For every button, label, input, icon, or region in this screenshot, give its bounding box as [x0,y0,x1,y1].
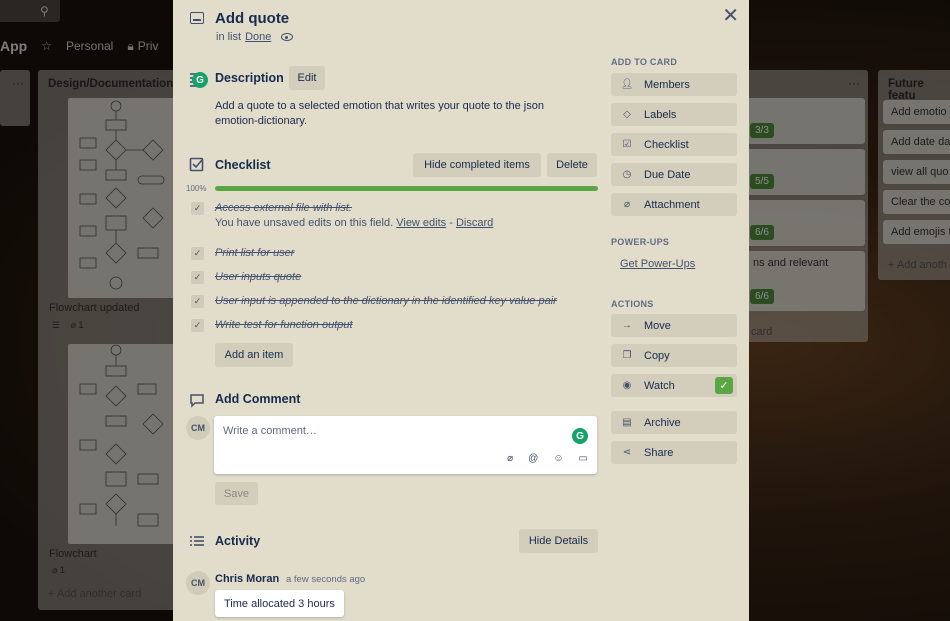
eye-icon [281,33,294,41]
share-icon: ⋖ [622,447,632,458]
share-label: Share [644,446,674,459]
checklist-item-text[interactable]: User inputs quote [215,271,301,283]
checklist-icon [189,157,204,172]
checklist-item[interactable]: ✓ User inputs quote [191,271,301,284]
card-list-info: in list Done [216,31,294,43]
move-label: Move [644,319,671,332]
copy-button[interactable]: ❐ Copy [611,344,737,367]
checklist-icon: ☑ [622,139,632,150]
copy-label: Copy [644,349,670,362]
copy-icon: ❐ [622,350,632,361]
eye-icon: ◉ [622,380,632,391]
separator: - [449,217,453,229]
checklist-label: Checklist [644,138,689,151]
power-ups-heading: POWER-UPS [611,237,670,247]
comment-icon [190,394,204,408]
delete-checklist-button[interactable]: Delete [547,153,597,177]
checklist-item[interactable]: ✓ Write test for function output [191,319,353,332]
card-detail-modal: ✕ Add quote in list Done G Description E… [173,0,749,621]
hide-completed-button[interactable]: Hide completed items [413,153,541,177]
hide-details-button[interactable]: Hide Details [519,529,598,553]
unsaved-text: You have unsaved edits on this field. [215,217,394,229]
members-label: Members [644,78,690,91]
members-button[interactable]: 👤︎ Members [611,73,737,96]
activity-user[interactable]: Chris Moran [215,573,279,585]
checklist-item[interactable]: ✓ Print list for user [191,247,294,260]
card-icon[interactable]: ▭ [579,453,588,464]
labels-button[interactable]: ◇ Labels [611,103,737,126]
progress-bar [215,186,598,191]
watch-button[interactable]: ◉ Watch ✓ [611,374,737,397]
person-icon: 👤︎ [620,79,634,90]
attachment-button[interactable]: ⌀ Attachment [611,193,737,216]
paperclip-icon[interactable]: ⌀ [507,453,513,464]
share-button[interactable]: ⋖ Share [611,441,737,464]
description-heading: Description [215,71,284,85]
comment-placeholder: Write a comment… [223,425,317,437]
activity-heading: Activity [215,534,261,548]
attachment-label: Attachment [644,198,700,211]
discard-link[interactable]: Discard [456,217,493,229]
paperclip-icon: ⌀ [623,199,631,210]
view-edits-link[interactable]: View edits [396,217,446,229]
activity-icon [190,536,204,546]
archive-label: Archive [644,416,681,429]
check-icon: ✓ [715,377,733,394]
checklist-item-text[interactable]: Access external file with list. [215,202,352,214]
checklist-item[interactable]: ✓ User input is appended to the dictiona… [191,295,557,308]
card-icon [190,12,204,24]
comment-toolbar: ⌀ @ ☺ ▭ [507,453,588,464]
list-link[interactable]: Done [245,31,271,43]
labels-label: Labels [644,108,677,121]
in-list-prefix: in list [216,31,242,43]
arrow-right-icon: → [622,320,632,331]
add-comment-heading: Add Comment [215,392,301,406]
avatar[interactable]: CM [186,571,210,595]
checklist-item-text[interactable]: Print list for user [215,247,294,259]
checklist-item-text[interactable]: User input is appended to the dictionary… [215,295,557,307]
add-checklist-item-button[interactable]: Add an item [215,343,293,367]
activity-entry: Time allocated 3 hours [215,590,344,617]
avatar[interactable]: CM [186,416,210,440]
checkbox-checked[interactable]: ✓ [191,295,204,308]
grammarly-icon[interactable]: G [192,72,208,88]
mention-icon[interactable]: @ [528,453,538,464]
watch-label: Watch [644,379,675,392]
checkbox-checked[interactable]: ✓ [191,202,204,215]
checkbox-checked[interactable]: ✓ [191,319,204,332]
activity-time[interactable]: a few seconds ago [286,574,365,585]
progress-fill [215,186,598,191]
archive-icon: ▤ [622,417,632,428]
description-text[interactable]: Add a quote to a selected emotion that w… [215,99,585,129]
checklist-item[interactable]: ✓ Access external file with list. [191,202,352,215]
tag-icon: ◇ [623,109,631,120]
due-date-button[interactable]: ◷ Due Date [611,163,737,186]
checkbox-checked[interactable]: ✓ [191,247,204,260]
due-date-label: Due Date [644,168,691,181]
checklist-heading: Checklist [215,158,271,172]
actions-heading: ACTIONS [611,299,654,309]
emoji-icon[interactable]: ☺ [553,453,563,464]
add-to-card-heading: ADD TO CARD [611,57,678,67]
close-icon[interactable]: ✕ [722,3,739,28]
clock-icon: ◷ [622,169,632,180]
save-comment-button[interactable]: Save [215,482,258,505]
checkbox-checked[interactable]: ✓ [191,271,204,284]
archive-button[interactable]: ▤ Archive [611,411,737,434]
card-title[interactable]: Add quote [215,10,289,27]
checklist-item-text[interactable]: Write test for function output [215,319,353,331]
comment-input[interactable]: Write a comment… G ⌀ @ ☺ ▭ [214,416,597,474]
unsaved-edits-notice: You have unsaved edits on this field. Vi… [215,217,493,229]
checklist-button[interactable]: ☑ Checklist [611,133,737,156]
move-button[interactable]: → Move [611,314,737,337]
grammarly-icon[interactable]: G [572,428,588,444]
edit-description-button[interactable]: Edit [289,66,325,90]
progress-percent: 100% [186,184,207,193]
get-power-ups-link[interactable]: Get Power-Ups [620,258,695,270]
